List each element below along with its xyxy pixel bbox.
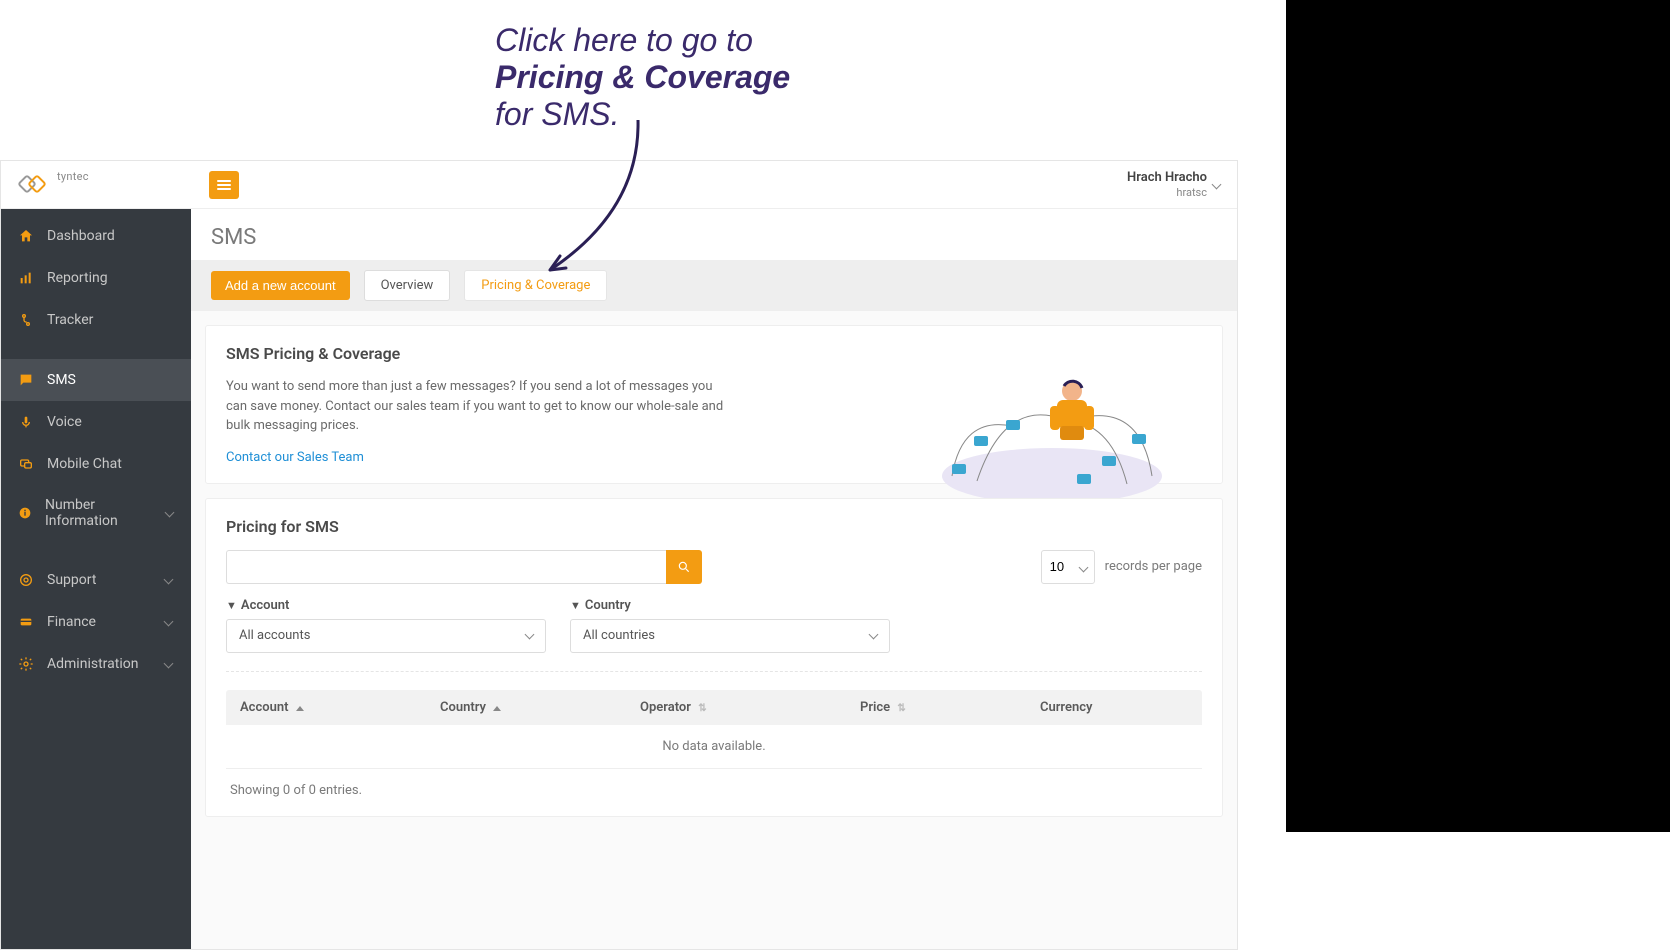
sidebar-item-label: Administration: [47, 656, 138, 672]
sidebar-item-label: Voice: [47, 414, 82, 430]
col-account[interactable]: Account: [240, 700, 440, 715]
add-account-button[interactable]: Add a new account: [211, 271, 350, 300]
annotation-line1: Click here to go to: [495, 22, 790, 59]
user-handle: hratsc: [1127, 186, 1207, 199]
sidebar-item-finance[interactable]: Finance: [1, 601, 191, 643]
sidebar-item-label: Finance: [47, 614, 96, 630]
support-icon: [17, 571, 35, 589]
contact-sales-link[interactable]: Contact our Sales Team: [226, 450, 364, 465]
filter-country-label: ▼ Country: [570, 598, 890, 613]
filter-account-label: ▼ Account: [226, 598, 546, 613]
filter-icon: ▼: [570, 599, 581, 612]
sidebar-item-support[interactable]: Support: [1, 559, 191, 601]
annotation-callout: Click here to go to Pricing & Coverage f…: [495, 22, 790, 132]
sidebar-item-tracker[interactable]: Tracker: [1, 299, 191, 341]
annotation-line3: for SMS.: [495, 96, 790, 133]
chevron-down-icon: [166, 508, 175, 518]
sms-icon: [17, 371, 35, 389]
sidebar-item-administration[interactable]: Administration: [1, 643, 191, 685]
voice-icon: [17, 413, 35, 431]
coverage-illustration: [922, 356, 1182, 506]
records-per-page: 10 records per page: [1041, 550, 1202, 584]
sort-asc-icon: [493, 706, 501, 711]
sort-both-icon: ⇅: [897, 703, 905, 714]
reporting-icon: [17, 269, 35, 287]
logo: tyntec: [15, 170, 195, 200]
main-content: SMS Add a new account Overview Pricing &…: [191, 209, 1237, 949]
col-currency[interactable]: Currency: [1040, 700, 1188, 715]
annotation-line2: Pricing & Coverage: [495, 59, 790, 96]
search-icon: [677, 560, 691, 574]
coverage-body: You want to send more than just a few me…: [226, 377, 726, 436]
tracker-icon: [17, 311, 35, 329]
user-menu[interactable]: Hrach Hracho hratsc: [1127, 170, 1223, 199]
coverage-card: SMS Pricing & Coverage You want to send …: [205, 325, 1223, 484]
table-header: Account Country Operator ⇅ Price ⇅: [226, 690, 1202, 725]
search-button[interactable]: [666, 550, 702, 584]
number-info-icon: [17, 504, 33, 522]
sidebar-item-label: Mobile Chat: [47, 456, 122, 472]
divider: [226, 671, 1202, 672]
sidebar-item-dashboard[interactable]: Dashboard: [1, 215, 191, 257]
sidebar-item-mobile-chat[interactable]: Mobile Chat: [1, 443, 191, 485]
user-display-name: Hrach Hracho: [1127, 170, 1207, 186]
col-price[interactable]: Price ⇅: [860, 700, 1040, 715]
chevron-down-icon: [165, 575, 175, 585]
col-operator[interactable]: Operator ⇅: [640, 700, 860, 715]
logo-text: tyntec: [57, 170, 89, 183]
pricing-card: Pricing for SMS 10: [205, 498, 1223, 817]
black-mask: [1286, 0, 1670, 832]
sidebar: Dashboard Reporting Tracker SMS: [1, 209, 191, 949]
chevron-down-icon: [165, 617, 175, 627]
chevron-down-icon: [1213, 180, 1223, 190]
pricing-heading: Pricing for SMS: [226, 517, 1202, 536]
finance-icon: [17, 613, 35, 631]
search-wrap: [226, 550, 702, 584]
hamburger-icon: [217, 180, 231, 190]
sidebar-item-reporting[interactable]: Reporting: [1, 257, 191, 299]
hamburger-button[interactable]: [209, 171, 239, 199]
account-select[interactable]: All accounts: [226, 619, 546, 653]
table-info: Showing 0 of 0 entries.: [226, 769, 1202, 798]
filter-icon: ▼: [226, 599, 237, 612]
logo-icon: [15, 170, 51, 200]
home-icon: [17, 227, 35, 245]
tab-bar: Add a new account Overview Pricing & Cov…: [191, 260, 1237, 311]
records-select[interactable]: 10: [1041, 550, 1095, 584]
user-name-block: Hrach Hracho hratsc: [1127, 170, 1207, 199]
sidebar-item-label: Reporting: [47, 270, 108, 286]
country-select[interactable]: All countries: [570, 619, 890, 653]
page-title: SMS: [191, 209, 1237, 260]
col-country[interactable]: Country: [440, 700, 640, 715]
search-input[interactable]: [226, 550, 666, 584]
sidebar-item-number-information[interactable]: Number Information: [1, 485, 191, 541]
sidebar-item-sms[interactable]: SMS: [1, 359, 191, 401]
records-label: records per page: [1105, 559, 1202, 574]
sidebar-item-label: Number Information: [45, 497, 154, 529]
mobile-chat-icon: [17, 455, 35, 473]
sidebar-item-label: SMS: [47, 372, 76, 388]
tab-overview[interactable]: Overview: [364, 270, 451, 301]
sidebar-item-voice[interactable]: Voice: [1, 401, 191, 443]
sidebar-item-label: Dashboard: [47, 228, 115, 244]
sort-asc-icon: [296, 706, 304, 711]
sidebar-item-label: Support: [47, 572, 96, 588]
chevron-down-icon: [165, 659, 175, 669]
administration-icon: [17, 655, 35, 673]
table-empty-message: No data available.: [226, 725, 1202, 769]
sort-both-icon: ⇅: [698, 703, 706, 714]
sidebar-item-label: Tracker: [47, 312, 93, 328]
